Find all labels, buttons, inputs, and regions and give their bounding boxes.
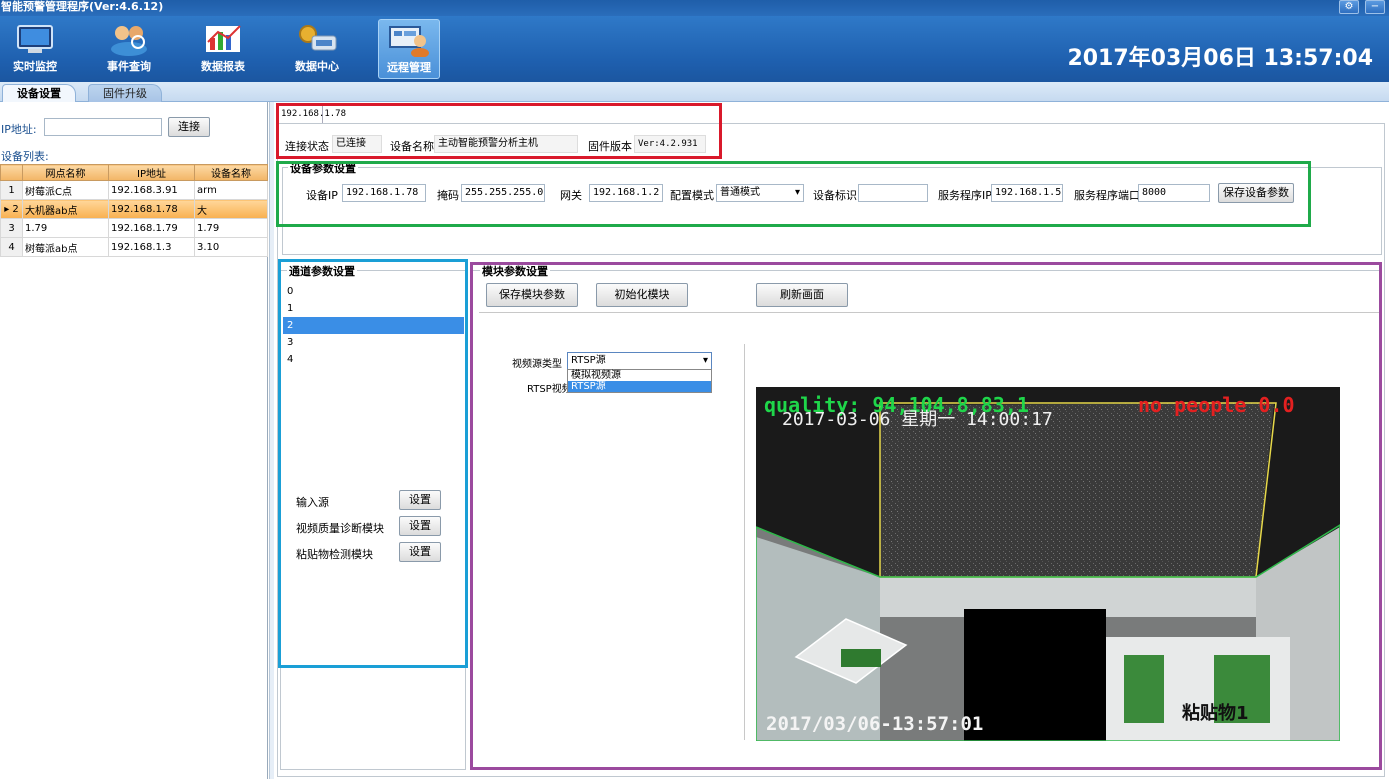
datetime-clock: 2017年03月06日 13:57:04 xyxy=(1067,46,1373,71)
row-number: 3 xyxy=(0,218,23,238)
cell-ip: 192.168.1.79 xyxy=(108,218,195,238)
remote-admin-icon xyxy=(389,26,429,57)
row-number: 4 xyxy=(0,237,23,257)
highlight-box-status xyxy=(276,103,722,159)
cell-device-name: arm xyxy=(194,180,268,200)
device-table: 网点名称 IP地址 设备名称 1 树莓派C点 192.168.3.91 arm … xyxy=(0,164,268,257)
col-device-name[interactable]: 设备名称 xyxy=(194,164,268,181)
tab-bar: 设备设置 固件升级 xyxy=(0,82,1389,102)
people-search-icon xyxy=(111,26,147,56)
row-number: ▸ 2 xyxy=(0,199,23,219)
toolbar-data-report[interactable]: 数据报表 xyxy=(192,19,254,79)
connect-button[interactable]: 连接 xyxy=(168,117,210,137)
toolbar-remote-admin[interactable]: 远程管理 xyxy=(378,19,440,79)
ip-input[interactable] xyxy=(44,118,162,136)
monitor-icon xyxy=(17,25,53,53)
window-buttons: ⚙ − xyxy=(1339,0,1385,16)
cell-ip: 192.168.1.3 xyxy=(108,237,195,257)
device-list-label: 设备列表: xyxy=(1,150,49,163)
device-list-panel: IP地址: 连接 设备列表: 网点名称 IP地址 设备名称 1 树莓派C点 19… xyxy=(0,102,268,779)
data-center-icon xyxy=(299,25,337,51)
table-row[interactable]: 4 树莓派ab点 192.168.1.3 3.10 xyxy=(0,237,268,257)
cell-site-name: 树莓派ab点 xyxy=(22,237,109,257)
cell-ip: 192.168.3.91 xyxy=(108,180,195,200)
cell-ip: 192.168.1.78 xyxy=(108,199,195,219)
app-title: 智能预警管理程序(Ver:4.6.12) xyxy=(1,0,164,13)
row-header-corner xyxy=(0,164,23,181)
chart-icon xyxy=(206,25,241,52)
settings-icon[interactable]: ⚙ xyxy=(1339,0,1359,14)
tab-device-settings[interactable]: 设备设置 xyxy=(2,84,76,102)
highlight-box-module-params xyxy=(470,262,1382,770)
table-header: 网点名称 IP地址 设备名称 xyxy=(0,164,268,181)
table-row[interactable]: 3 1.79 192.168.1.79 1.79 xyxy=(0,218,268,238)
cell-site-name: 1.79 xyxy=(22,218,109,238)
col-site-name[interactable]: 网点名称 xyxy=(22,164,109,181)
toolbar-data-center[interactable]: 数据中心 xyxy=(286,19,348,79)
cell-device-name: 3.10 xyxy=(194,237,268,257)
highlight-box-device-params xyxy=(276,161,1311,227)
title-bar: 智能预警管理程序(Ver:4.6.12) xyxy=(0,0,1389,16)
highlight-box-channel-params xyxy=(278,259,468,668)
cell-site-name: 大机器ab点 xyxy=(22,199,109,219)
toolbar-realtime-monitor[interactable]: 实时监控 xyxy=(4,19,66,79)
cell-site-name: 树莓派C点 xyxy=(22,180,109,200)
row-pointer-icon: ▸ xyxy=(4,203,10,215)
tab-firmware-upgrade[interactable]: 固件升级 xyxy=(88,84,162,102)
row-number: 1 xyxy=(0,180,23,200)
table-row-selected[interactable]: ▸ 2 大机器ab点 192.168.1.78 大 xyxy=(0,199,268,219)
col-ip[interactable]: IP地址 xyxy=(108,164,195,181)
cell-device-name: 大 xyxy=(194,199,268,219)
minimize-icon[interactable]: − xyxy=(1365,0,1385,14)
table-row[interactable]: 1 树莓派C点 192.168.3.91 arm xyxy=(0,180,268,200)
ip-label: IP地址: xyxy=(1,123,37,136)
main-toolbar: 实时监控 事件查询 数据报表 数据中心 远程管理 2017年03月06日 13:… xyxy=(0,16,1389,82)
cell-device-name: 1.79 xyxy=(194,218,268,238)
toolbar-event-query[interactable]: 事件查询 xyxy=(98,19,160,79)
